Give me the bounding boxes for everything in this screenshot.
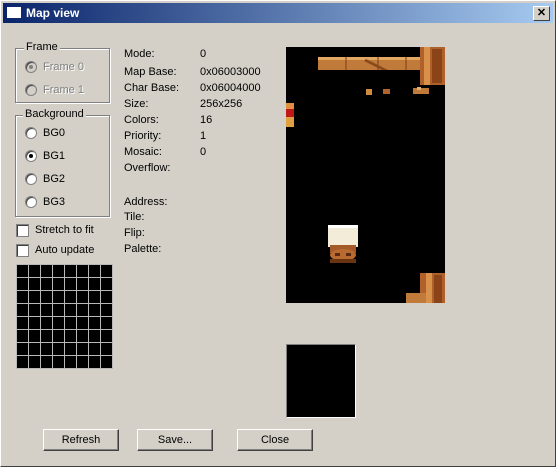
radio-frame-0-label: Frame 0 — [43, 61, 84, 73]
title-bar: Map view ✕ — [3, 3, 553, 23]
auto-update-label: Auto update — [35, 244, 95, 256]
size-value: 256x256 — [200, 98, 243, 110]
tile-label: Tile: — [124, 211, 145, 223]
map-base-value: 0x06003000 — [200, 66, 261, 78]
stretch-to-fit-box — [16, 223, 29, 237]
map-preview[interactable] — [286, 47, 445, 303]
char-base-label: Char Base: — [124, 82, 180, 94]
palette-label: Palette: — [124, 243, 162, 255]
stretch-to-fit-label: Stretch to fit — [35, 224, 94, 236]
close-icon: ✕ — [536, 7, 547, 19]
mode-label: Mode: — [124, 48, 155, 60]
tile-zoom-preview — [286, 344, 356, 418]
radio-bg3-label: BG3 — [43, 196, 66, 208]
colors-label: Colors: — [124, 114, 159, 126]
frame-group-legend: Frame — [24, 41, 60, 53]
radio-frame-1-circle — [25, 84, 37, 96]
radio-bg0-circle — [25, 127, 37, 139]
refresh-button[interactable]: Refresh — [43, 429, 119, 451]
map-view-window: Map view ✕ Frame Frame 0 Frame 1 Backgro… — [0, 0, 556, 467]
address-label: Address: — [124, 196, 168, 208]
radio-bg2[interactable]: BG2 — [25, 171, 65, 187]
auto-update-box — [16, 243, 29, 257]
stretch-to-fit-checkbox[interactable]: Stretch to fit — [16, 222, 94, 238]
window-title: Map view — [26, 6, 80, 20]
tile-preview-grid — [16, 264, 113, 369]
radio-bg1[interactable]: BG1 — [25, 148, 65, 164]
window-app-icon — [7, 7, 21, 18]
radio-bg1-circle — [25, 150, 37, 162]
background-group-legend: Background — [23, 108, 86, 120]
radio-bg2-label: BG2 — [43, 173, 66, 185]
mosaic-label: Mosaic: — [124, 146, 162, 158]
radio-bg0[interactable]: BG0 — [25, 125, 65, 141]
char-base-value: 0x06004000 — [200, 82, 261, 94]
map-base-label: Map Base: — [124, 66, 177, 78]
radio-bg3[interactable]: BG3 — [25, 194, 65, 210]
mode-value: 0 — [200, 48, 207, 60]
save-button[interactable]: Save... — [137, 429, 213, 451]
colors-value: 16 — [200, 114, 213, 126]
size-label: Size: — [124, 98, 149, 110]
radio-frame-0[interactable]: Frame 0 — [25, 59, 84, 75]
close-button[interactable]: Close — [237, 429, 313, 451]
radio-bg1-label: BG1 — [43, 150, 66, 162]
close-window-button[interactable]: ✕ — [533, 6, 550, 21]
priority-label: Priority: — [124, 130, 162, 142]
mosaic-value: 0 — [200, 146, 207, 158]
radio-bg2-circle — [25, 173, 37, 185]
radio-frame-1-label: Frame 1 — [43, 84, 84, 96]
radio-frame-0-circle — [25, 61, 37, 73]
auto-update-checkbox[interactable]: Auto update — [16, 242, 94, 258]
map-preview-graphic — [286, 47, 445, 303]
priority-value: 1 — [200, 130, 207, 142]
radio-bg3-circle — [25, 196, 37, 208]
radio-bg0-label: BG0 — [43, 127, 66, 139]
radio-frame-1[interactable]: Frame 1 — [25, 82, 84, 98]
overflow-label: Overflow: — [124, 162, 171, 174]
flip-label: Flip: — [124, 227, 145, 239]
